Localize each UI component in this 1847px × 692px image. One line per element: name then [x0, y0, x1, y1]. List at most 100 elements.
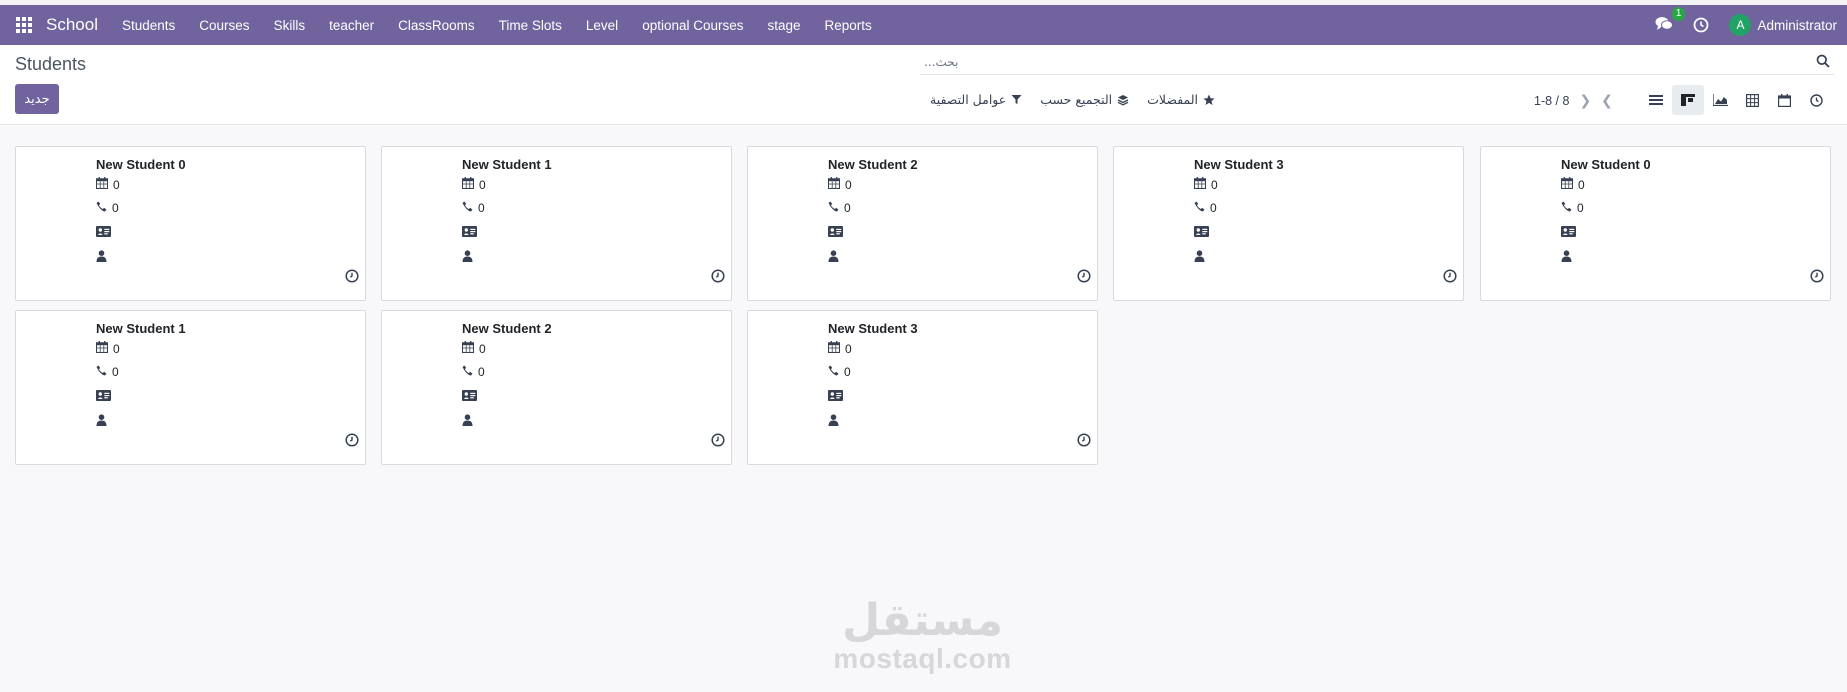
watermark-arabic: مستقل [842, 595, 1003, 646]
student-phone-value: 0 [844, 365, 851, 379]
id-card-icon [96, 390, 111, 404]
new-button[interactable]: جديد [15, 84, 59, 114]
id-card-icon [462, 226, 477, 240]
pager-value[interactable]: 1-8 / 8 [1534, 94, 1569, 108]
student-date-row: 0 [95, 177, 120, 192]
control-panel: Students جديد المفضلات التجميع حسب عوامل… [0, 45, 1847, 125]
menu-item-optional-courses[interactable]: optional Courses [630, 18, 755, 33]
student-date-value: 0 [479, 177, 486, 192]
student-id-row [1194, 226, 1209, 240]
menu-item-time-slots[interactable]: Time Slots [487, 18, 574, 33]
calendar-icon [827, 177, 841, 192]
activity-view-button[interactable] [1800, 85, 1832, 115]
student-card[interactable]: New Student 0 0 0 [1480, 146, 1831, 301]
student-name: New Student 1 [96, 321, 186, 336]
student-phone-value: 0 [478, 365, 485, 379]
student-card[interactable]: New Student 3 0 0 [747, 310, 1098, 465]
activity-clock-icon[interactable] [1077, 269, 1091, 288]
student-id-row [96, 226, 111, 240]
menu-item-skills[interactable]: Skills [262, 18, 318, 33]
student-phone-row: 0 [828, 365, 851, 379]
calendar-icon [461, 341, 475, 356]
search-input[interactable] [924, 53, 1804, 71]
watermark: مستقل mostaql.com [830, 598, 1015, 674]
calendar-view-button[interactable] [1768, 85, 1800, 115]
menu-item-level[interactable]: Level [574, 18, 630, 33]
student-card[interactable]: New Student 2 0 0 [747, 146, 1098, 301]
student-date-row: 0 [827, 341, 852, 356]
activity-clock-icon[interactable] [345, 433, 359, 452]
student-id-row [462, 226, 477, 240]
kanban-view-button[interactable] [1672, 85, 1704, 115]
student-card[interactable]: New Student 3 0 0 [1113, 146, 1464, 301]
student-id-row [828, 390, 843, 404]
pager-previous-icon[interactable]: ❮ [1601, 92, 1613, 109]
chat-icon [1655, 17, 1674, 30]
activity-clock-icon[interactable] [711, 269, 725, 288]
apps-grid-icon[interactable] [16, 17, 32, 33]
activity-clock-icon[interactable] [1443, 269, 1457, 288]
student-user-row [96, 250, 107, 265]
student-date-row: 0 [461, 177, 486, 192]
pager-next-icon[interactable]: ❯ [1579, 92, 1591, 109]
layers-icon [1117, 94, 1129, 106]
menu-item-classrooms[interactable]: ClassRooms [386, 18, 487, 33]
page-title: Students [15, 54, 87, 74]
student-id-row [96, 390, 111, 404]
student-phone-row: 0 [462, 365, 485, 379]
watermark-latin: mostaql.com [833, 643, 1012, 674]
student-name: New Student 3 [1194, 157, 1284, 172]
student-name: New Student 3 [828, 321, 918, 336]
favorites-toggle[interactable]: المفضلات [1147, 92, 1215, 107]
student-id-row [828, 226, 843, 240]
groupby-toggle[interactable]: التجميع حسب [1040, 92, 1129, 107]
user-name: Administrator [1757, 17, 1837, 33]
student-card[interactable]: New Student 1 0 0 [15, 310, 366, 465]
student-card[interactable]: New Student 0 0 0 [15, 146, 366, 301]
phone-icon [96, 201, 107, 215]
search-options: المفضلات التجميع حسب عوامل التصفية [930, 92, 1215, 107]
menu-item-stage[interactable]: stage [756, 18, 813, 33]
user-menu[interactable]: A Administrator [1729, 14, 1837, 36]
app-brand[interactable]: School [46, 15, 98, 35]
student-date-row: 0 [1193, 177, 1218, 192]
pivot-view-button[interactable] [1736, 85, 1768, 115]
menu-item-teacher[interactable]: teacher [317, 18, 386, 33]
student-user-row [1561, 250, 1572, 265]
student-date-value: 0 [479, 341, 486, 356]
student-card[interactable]: New Student 2 0 0 [381, 310, 732, 465]
menu-item-reports[interactable]: Reports [813, 18, 884, 33]
student-phone-value: 0 [112, 201, 119, 215]
student-user-row [828, 414, 839, 429]
filters-toggle[interactable]: عوامل التصفية [930, 92, 1022, 107]
phone-icon [1561, 201, 1572, 215]
activity-clock-icon[interactable] [1693, 17, 1709, 33]
activity-clock-icon[interactable] [345, 269, 359, 288]
user-icon [462, 250, 473, 265]
graph-view-button[interactable] [1704, 85, 1736, 115]
student-id-row [462, 390, 477, 404]
menu-item-courses[interactable]: Courses [187, 18, 261, 33]
student-phone-value: 0 [844, 201, 851, 215]
student-name: New Student 0 [1561, 157, 1651, 172]
list-view-button[interactable] [1640, 85, 1672, 115]
activity-clock-icon[interactable] [1077, 433, 1091, 452]
phone-icon [96, 365, 107, 379]
activity-clock-icon[interactable] [711, 433, 725, 452]
groupby-label: التجميع حسب [1040, 92, 1113, 107]
messages-button[interactable]: 1 [1655, 7, 1686, 34]
search-icon[interactable] [1816, 54, 1830, 68]
menu-item-students[interactable]: Students [110, 18, 187, 33]
student-user-row [462, 250, 473, 265]
phone-icon [462, 365, 473, 379]
pager: 1-8 / 8 ❯ ❮ [1534, 92, 1613, 109]
calendar-icon [1193, 177, 1207, 192]
user-icon [828, 414, 839, 429]
student-card[interactable]: New Student 1 0 0 [381, 146, 732, 301]
student-phone-value: 0 [1577, 201, 1584, 215]
calendar-icon [95, 177, 109, 192]
student-phone-value: 0 [478, 201, 485, 215]
activity-clock-icon[interactable] [1810, 269, 1824, 288]
view-switcher [1640, 85, 1832, 115]
student-name: New Student 2 [828, 157, 918, 172]
